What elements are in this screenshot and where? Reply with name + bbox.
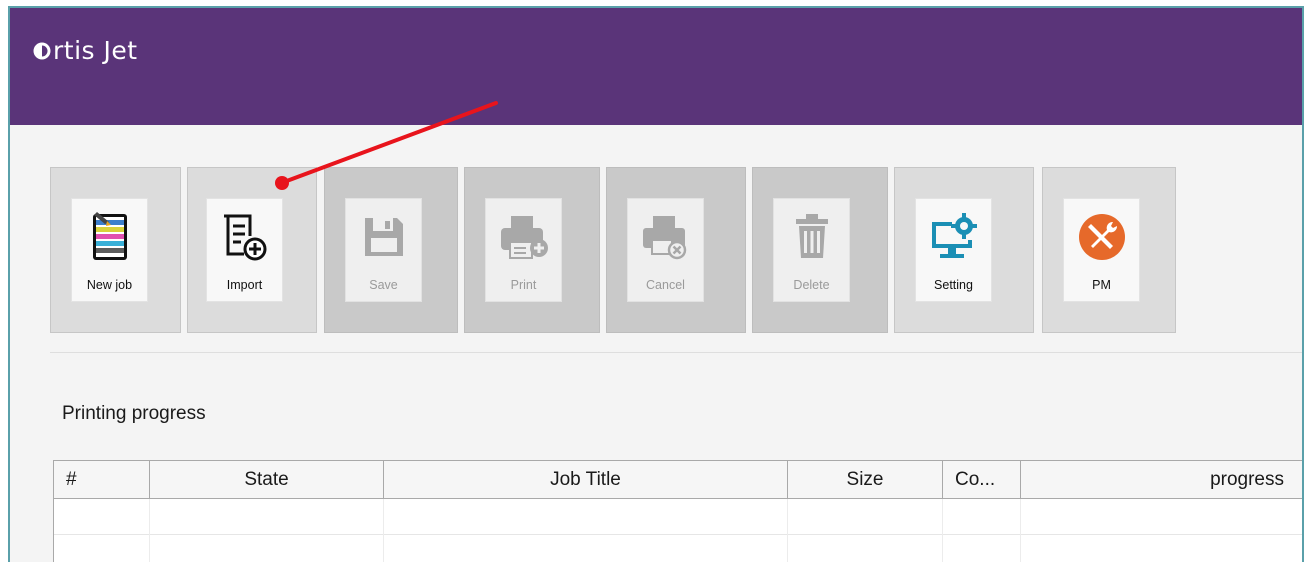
setting-label: Setting (934, 278, 973, 292)
cancel-print-icon (636, 207, 696, 267)
pm-label: PM (1092, 278, 1111, 292)
new-job-icon (80, 207, 140, 267)
section-title: Printing progress (62, 403, 206, 424)
monitor-gear-icon (924, 207, 984, 267)
app-logo-text: rtis Jet (53, 36, 138, 65)
print-icon (494, 207, 554, 267)
logo-mark-icon (33, 42, 51, 59)
cancel-button[interactable]: Cancel (606, 167, 746, 333)
import-icon (215, 207, 275, 267)
table-header: # State Job Title Size Co... progress (54, 461, 1302, 499)
delete-button[interactable]: Delete (752, 167, 888, 333)
column-header-progress[interactable]: progress (1021, 461, 1284, 498)
new-job-label: New job (86, 278, 133, 292)
app-window: rtis Jet New job Import Save Print Cance… (8, 6, 1304, 562)
save-label: Save (369, 278, 398, 292)
save-icon (354, 207, 414, 267)
tools-icon (1072, 207, 1132, 267)
column-header-job-title[interactable]: Job Title (384, 461, 788, 498)
print-label: Print (510, 278, 537, 292)
pm-button[interactable]: PM (1042, 167, 1176, 333)
print-button[interactable]: Print (464, 167, 600, 333)
app-logo: rtis Jet (32, 36, 138, 65)
import-button[interactable]: Import (187, 167, 317, 333)
trash-icon (782, 207, 842, 267)
table-row[interactable] (54, 499, 1302, 535)
delete-label: Delete (793, 278, 830, 292)
column-header-size[interactable]: Size (788, 461, 943, 498)
new-job-button[interactable]: New job (50, 167, 181, 333)
column-header-copies[interactable]: Co... (943, 461, 1021, 498)
table-row[interactable] (54, 535, 1302, 562)
column-header-number[interactable]: # (54, 461, 150, 498)
toolbar-separator (50, 352, 1302, 353)
setting-button[interactable]: Setting (894, 167, 1034, 333)
title-bar: rtis Jet (10, 8, 1302, 125)
import-label: Import (226, 278, 263, 292)
main-content: New job Import Save Print Cancel Delete … (10, 125, 1302, 562)
progress-table[interactable]: # State Job Title Size Co... progress (53, 460, 1302, 562)
cancel-label: Cancel (646, 278, 685, 292)
column-header-state[interactable]: State (150, 461, 384, 498)
save-button[interactable]: Save (324, 167, 458, 333)
